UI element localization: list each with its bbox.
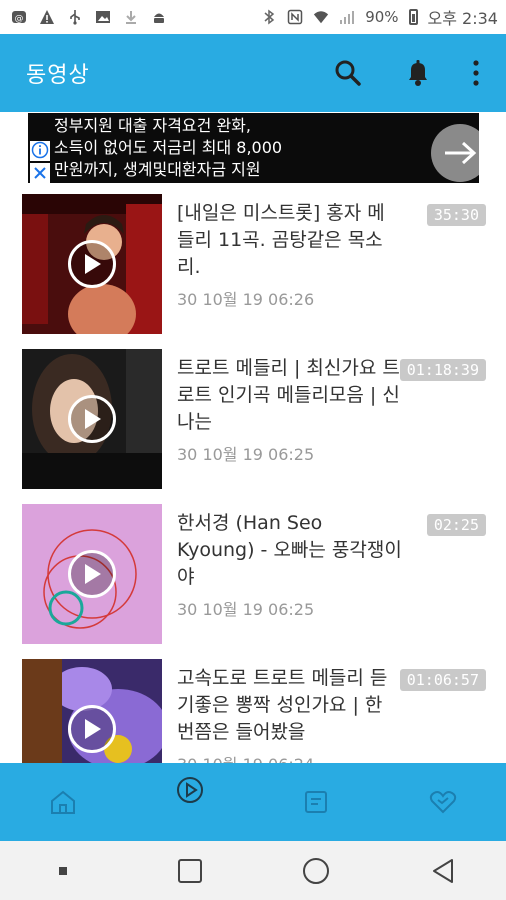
heart-icon	[429, 791, 456, 814]
app-bar-actions	[328, 53, 484, 93]
video-thumbnail[interactable]	[22, 504, 162, 644]
nfc-icon	[287, 8, 303, 26]
page-title: 동영상	[26, 63, 90, 88]
ad-text: 정부지원 대출 자격요건 완화, 소득이 없어도 저금리 최대 8,000 만원…	[54, 115, 354, 181]
square-icon	[177, 858, 202, 883]
play-icon	[68, 550, 116, 598]
bluetooth-icon	[261, 8, 277, 26]
nav-videos[interactable]	[160, 772, 220, 832]
ad-info-icon[interactable]	[30, 141, 50, 161]
search-button[interactable]	[328, 53, 368, 93]
video-date: 30 10월 19 06:26	[177, 290, 315, 309]
home-button[interactable]	[291, 846, 341, 896]
status-bar-right: 90% 오후 2:34	[261, 5, 498, 29]
warning-icon	[38, 8, 56, 26]
circle-icon	[303, 857, 330, 884]
ad-line: 만원까지, 생계및대환자금 지원	[54, 160, 261, 179]
play-icon	[68, 705, 116, 753]
status-bar-left: @	[10, 8, 168, 26]
list-item[interactable]: [내일은 미스트롯] 홍자 메들리 11곡. 곰탕같은 목소리. 30 10월 …	[0, 190, 506, 345]
nav-favorites[interactable]	[413, 772, 473, 832]
app-bar: 동영상	[0, 34, 506, 112]
duration-badge: 35:30	[426, 204, 486, 226]
back-button[interactable]	[418, 846, 468, 896]
square-dot-icon	[59, 866, 68, 875]
nav-home[interactable]	[33, 772, 93, 832]
more-vert-icon	[473, 60, 479, 86]
bottom-nav	[0, 763, 506, 841]
duration-badge: 02:25	[426, 514, 486, 536]
battery-percent: 90%	[365, 8, 399, 26]
video-date: 30 10월 19 06:25	[177, 445, 315, 464]
wifi-icon	[313, 8, 329, 26]
video-title: 고속도로 트로트 메들리 듣기좋은 뽕짝 성인가요 | 한 번쯤은 들어봤을	[177, 667, 388, 743]
recent-apps-button[interactable]	[38, 846, 88, 896]
duration-badge: 01:18:39	[399, 359, 486, 381]
more-options-button[interactable]	[468, 53, 484, 93]
ad-arrow-button[interactable]	[431, 124, 479, 182]
status-bar: @ 90% 오후 2:34	[0, 0, 506, 34]
list-item[interactable]: 한서경 (Han Seo Kyoung) - 오빠는 풍각쟁이야 30 10월 …	[0, 500, 506, 655]
video-thumbnail[interactable]	[22, 659, 162, 767]
download-icon	[122, 8, 140, 26]
svg-text:@: @	[15, 14, 24, 24]
notifications-button[interactable]	[398, 53, 438, 93]
search-icon	[335, 60, 361, 86]
battery-icon	[408, 9, 418, 25]
video-thumbnail[interactable]	[22, 194, 162, 334]
nav-list[interactable]	[286, 772, 346, 832]
video-title: 한서경 (Han Seo Kyoung) - 오빠는 풍각쟁이야	[177, 512, 402, 588]
list-item[interactable]: 트로트 메들리 | 최신가요 트로트 인기곡 메들리모음 | 신나는 30 10…	[0, 345, 506, 500]
usb-icon	[66, 8, 84, 26]
overview-button[interactable]	[165, 846, 215, 896]
image-icon	[94, 8, 112, 26]
play-icon	[68, 395, 116, 443]
play-icon	[68, 240, 116, 288]
arrow-right-icon	[445, 141, 477, 165]
ad-close-icon[interactable]	[30, 163, 50, 183]
list-icon	[305, 791, 328, 813]
video-title: 트로트 메들리 | 최신가요 트로트 인기곡 메들리모음 | 신나는	[177, 357, 400, 433]
home-icon	[51, 790, 76, 814]
ad-line: 정부지원 대출 자격요건 완화,	[54, 116, 251, 135]
bell-icon	[409, 60, 427, 86]
video-list: [내일은 미스트롯] 홍자 메들리 11곡. 곰탕같은 목소리. 30 10월 …	[0, 190, 506, 810]
back-triangle-icon	[432, 858, 453, 883]
video-thumbnail[interactable]	[22, 349, 162, 489]
duration-badge: 01:06:57	[399, 669, 486, 691]
app-notification-icon: @	[10, 8, 28, 26]
android-icon	[150, 8, 168, 26]
status-time: 오후 2:34	[427, 9, 498, 28]
video-date: 30 10월 19 06:25	[177, 600, 315, 619]
signal-icon	[339, 8, 355, 26]
system-nav-bar	[0, 841, 506, 900]
video-title: [내일은 미스트롯] 홍자 메들리 11곡. 곰탕같은 목소리.	[177, 202, 385, 278]
ad-banner[interactable]: 정부지원 대출 자격요건 완화, 소득이 없어도 저금리 최대 8,000 만원…	[28, 113, 479, 183]
ad-line: 소득이 없어도 저금리 최대 8,000	[54, 138, 283, 157]
play-circle-icon	[176, 777, 203, 803]
